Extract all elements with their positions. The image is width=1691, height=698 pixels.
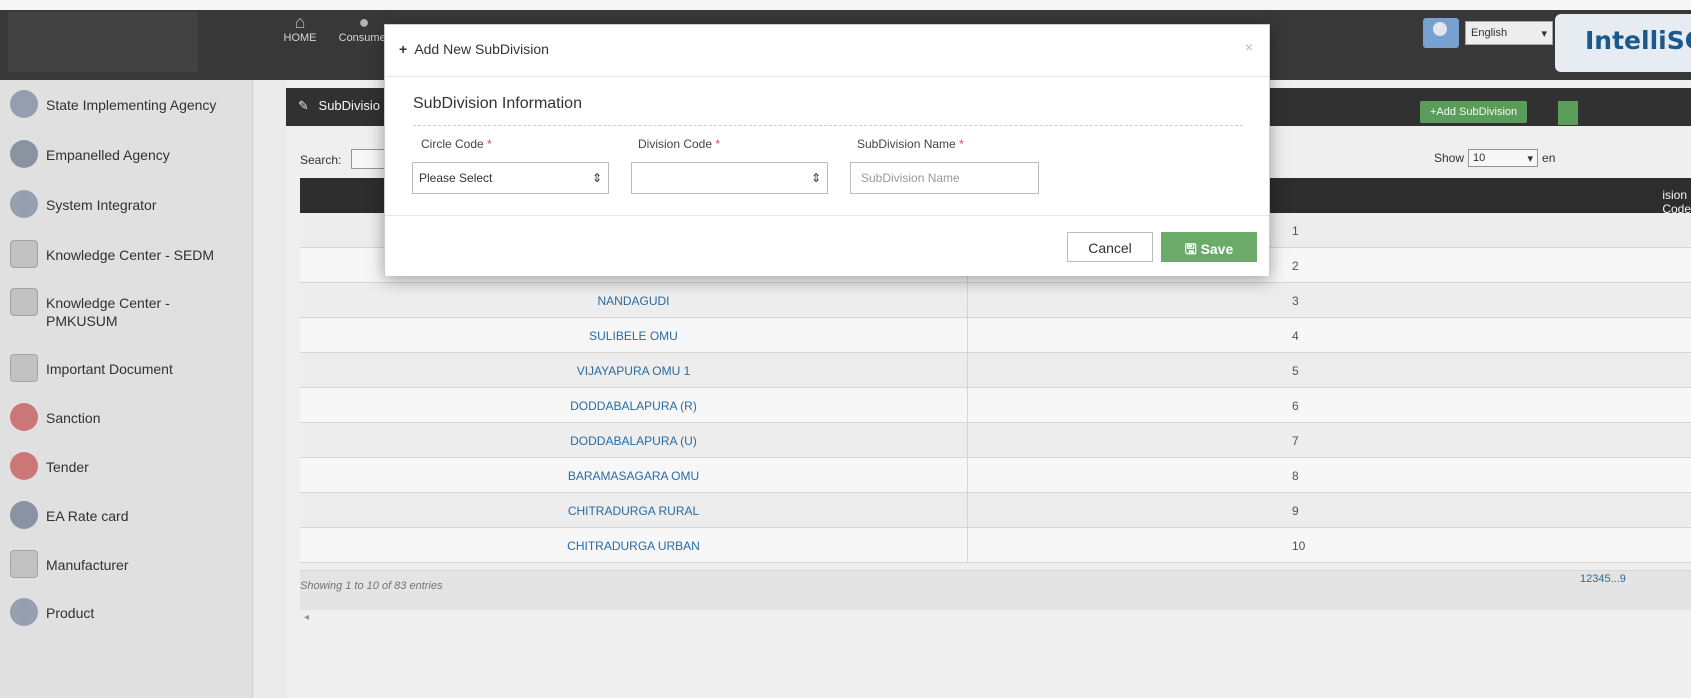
required-mark: * (715, 137, 721, 151)
floppy-icon: 🖫 (1184, 241, 1197, 257)
subdivision-name-label-text: SubDivision Name (857, 137, 956, 151)
circle-code-label-text: Circle Code (421, 137, 484, 151)
cancel-button[interactable]: Cancel (1067, 232, 1153, 262)
add-subdivision-modal: + Add New SubDivision × SubDivision Info… (384, 24, 1270, 276)
circle-code-label: Circle Code * (421, 137, 492, 151)
save-label: Save (1200, 241, 1234, 257)
modal-footer: Cancel 🖫 Save (385, 215, 1269, 276)
circle-code-value: Please Select (419, 171, 493, 185)
sort-arrows-icon: ⇕ (591, 171, 602, 185)
modal-title: Add New SubDivision (414, 41, 549, 57)
plus-icon: + (399, 41, 408, 57)
section-title: SubDivision Information (413, 95, 582, 112)
required-mark: * (959, 137, 964, 151)
division-code-select[interactable]: ⇕ (631, 162, 828, 194)
divider (413, 125, 1243, 126)
modal-header: + Add New SubDivision × (385, 25, 1269, 77)
save-button[interactable]: 🖫 Save (1161, 232, 1257, 262)
subdivision-name-input[interactable]: SubDivision Name (850, 162, 1039, 194)
sort-arrows-icon: ⇕ (810, 171, 821, 185)
close-icon[interactable]: × (1245, 39, 1253, 55)
circle-code-select[interactable]: Please Select ⇕ (412, 162, 609, 194)
subdivision-name-label: SubDivision Name * (857, 137, 964, 151)
division-code-label-text: Division Code (638, 137, 713, 151)
division-code-label: Division Code * (638, 137, 720, 151)
required-mark: * (487, 137, 492, 151)
